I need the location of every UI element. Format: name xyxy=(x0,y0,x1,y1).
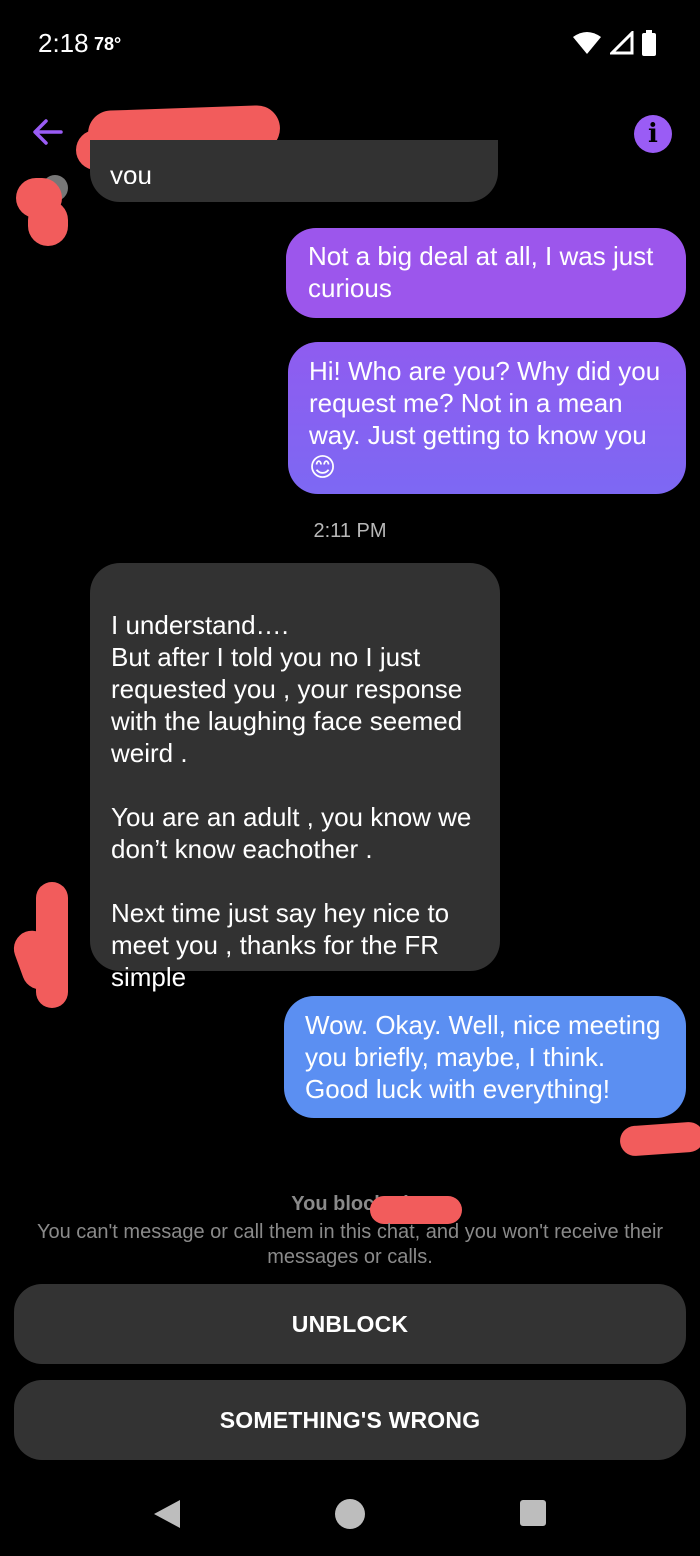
message-outgoing: Wow. Okay. Well, nice meeting you briefl… xyxy=(284,996,686,1118)
redaction-mark xyxy=(619,1121,700,1157)
status-time: 2:18 xyxy=(38,28,89,58)
signal-icon xyxy=(610,31,634,55)
message-timestamp: 2:11 PM xyxy=(313,520,387,542)
status-icons xyxy=(572,30,656,56)
message-outgoing: Hi! Who are you? Why did you request me?… xyxy=(288,342,686,494)
blocked-description: You can't message or call them in this c… xyxy=(36,1221,664,1268)
message-outgoing: Not a big deal at all, I was just curiou… xyxy=(286,228,686,318)
nav-recents-icon[interactable] xyxy=(520,1500,546,1526)
redaction-mark xyxy=(28,200,68,246)
message-text: Wow. Okay. Well, nice meeting you briefl… xyxy=(305,1010,661,1104)
battery-icon xyxy=(642,30,656,56)
unblock-button[interactable]: UNBLOCK xyxy=(14,1284,686,1364)
back-arrow-icon[interactable] xyxy=(28,112,68,152)
navigation-bar xyxy=(0,1470,700,1556)
something-wrong-button[interactable]: SOMETHING'S WRONG xyxy=(14,1380,686,1460)
message-text: Not a big deal at all, I was just curiou… xyxy=(308,241,654,303)
info-icon[interactable]: i xyxy=(634,115,672,153)
wifi-icon xyxy=(573,32,601,54)
message-text: you xyxy=(110,160,152,184)
nav-home-icon[interactable] xyxy=(334,1498,366,1530)
nav-back-icon[interactable] xyxy=(152,1498,182,1530)
message-incoming: I understand…. But after I told you no I… xyxy=(90,563,500,992)
message-text: I understand…. But after I told you no I… xyxy=(111,610,472,992)
status-temperature: 78° xyxy=(94,34,122,54)
blocked-title: You blocked xyxy=(0,1193,700,1216)
message-text: Hi! Who are you? Why did you request me?… xyxy=(309,356,661,482)
